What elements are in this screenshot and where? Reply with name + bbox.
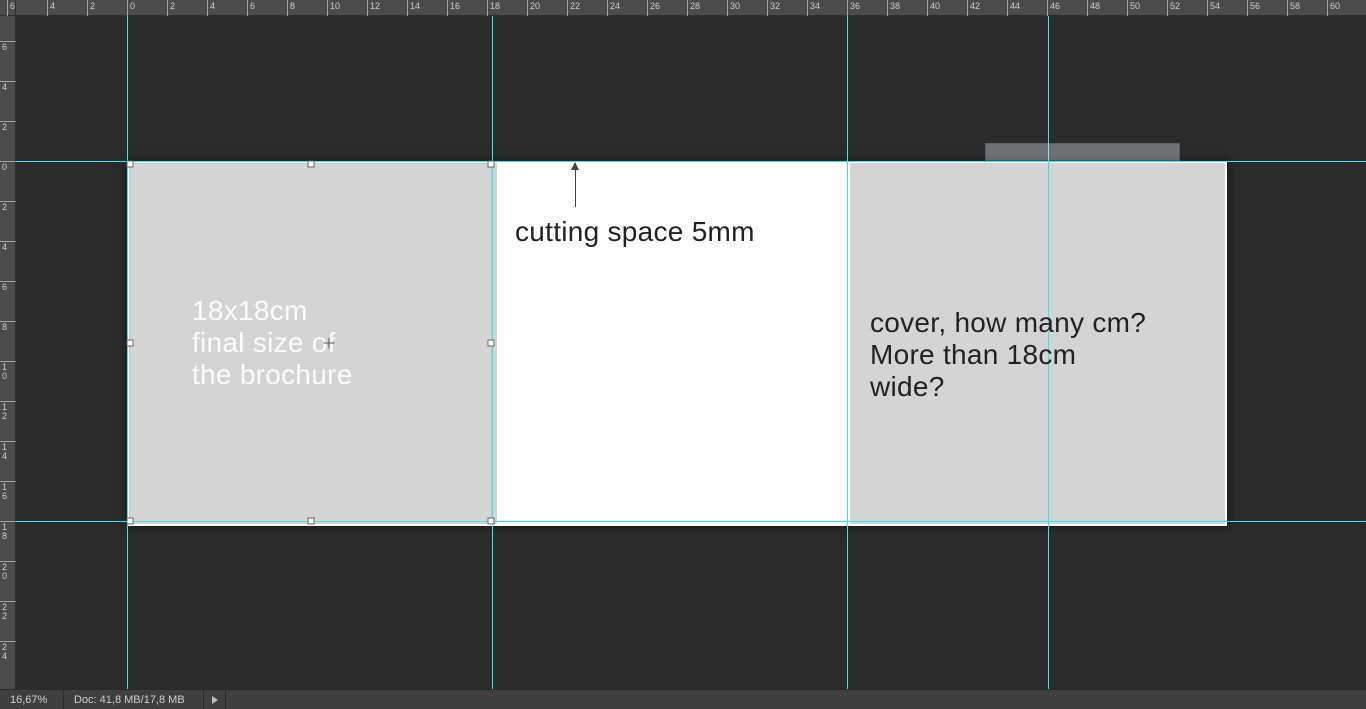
v-ruler-tick [0, 641, 16, 642]
v-ruler-tick [0, 521, 16, 522]
h-ruler-tick [407, 0, 408, 16]
vertical-guide[interactable] [847, 16, 848, 689]
v-ruler-tick [0, 41, 16, 42]
selection-handle-tl[interactable] [127, 161, 134, 168]
h-ruler-tick [127, 0, 128, 16]
h-ruler-tick [727, 0, 728, 16]
center-annotation: cutting space 5mm [515, 216, 755, 248]
v-ruler-tick [0, 481, 16, 482]
horizontal-ruler[interactable] [16, 0, 1366, 16]
selection-handle-br[interactable] [488, 518, 495, 525]
h-ruler-tick [967, 0, 968, 16]
h-ruler-tick [1247, 0, 1248, 16]
h-ruler-tick [367, 0, 368, 16]
v-ruler-tick [0, 321, 16, 322]
annotation-line: cutting space 5mm [515, 216, 755, 248]
v-ruler-tick [0, 441, 16, 442]
h-ruler-tick [87, 0, 88, 16]
h-ruler-tick [487, 0, 488, 16]
v-ruler-tick [0, 241, 16, 242]
vertical-ruler[interactable] [0, 16, 16, 689]
vertical-guide[interactable] [492, 16, 493, 689]
h-ruler-tick [767, 0, 768, 16]
v-ruler-tick [0, 201, 16, 202]
v-ruler-tick [0, 361, 16, 362]
h-ruler-tick [807, 0, 808, 16]
h-ruler-tick [1007, 0, 1008, 16]
v-ruler-tick [0, 121, 16, 122]
h-ruler-tick [167, 0, 168, 16]
v-ruler-tick [0, 161, 16, 162]
h-ruler-tick [247, 0, 248, 16]
selection-bounding-box[interactable] [129, 163, 492, 522]
h-ruler-tick [447, 0, 448, 16]
h-ruler-tick [607, 0, 608, 16]
h-ruler-tick [1327, 0, 1328, 16]
selection-center-icon[interactable] [323, 337, 334, 348]
h-ruler-tick [647, 0, 648, 16]
h-ruler-tick [1047, 0, 1048, 16]
canvas-workspace[interactable]: 18x18cm final size of the brochure cutti… [16, 16, 1366, 689]
h-ruler-tick [327, 0, 328, 16]
h-ruler-tick [1167, 0, 1168, 16]
floating-hint-overlay [985, 143, 1180, 161]
annotation-line: More than 18cm [870, 339, 1146, 371]
h-ruler-tick [287, 0, 288, 16]
h-ruler-tick [887, 0, 888, 16]
v-ruler-tick [0, 81, 16, 82]
vertical-guide[interactable] [127, 16, 128, 689]
selection-handle-ml[interactable] [127, 339, 134, 346]
annotation-line: wide? [870, 371, 1146, 403]
h-ruler-tick [567, 0, 568, 16]
h-ruler-tick [1127, 0, 1128, 16]
selection-handle-tr[interactable] [488, 161, 495, 168]
horizontal-guide[interactable] [16, 161, 1366, 162]
h-ruler-tick [847, 0, 848, 16]
h-ruler-tick [927, 0, 928, 16]
selection-handle-mr[interactable] [488, 339, 495, 346]
selection-handle-bm[interactable] [307, 518, 314, 525]
zoom-level-field[interactable]: 16,67% [0, 690, 64, 709]
h-ruler-tick [1087, 0, 1088, 16]
h-ruler-tick [1287, 0, 1288, 16]
v-ruler-tick [0, 281, 16, 282]
h-ruler-tick [47, 0, 48, 16]
v-ruler-tick [0, 601, 16, 602]
h-ruler-tick [7, 0, 8, 16]
right-panel-annotation: cover, how many cm? More than 18cm wide? [870, 307, 1146, 404]
play-triangle-icon [212, 696, 218, 704]
annotation-line: cover, how many cm? [870, 307, 1146, 339]
selection-handle-bl[interactable] [127, 518, 134, 525]
h-ruler-tick [1207, 0, 1208, 16]
doc-size-readout: Doc: 41,8 MB/17,8 MB [64, 690, 204, 709]
h-ruler-tick [687, 0, 688, 16]
status-flyout-button[interactable] [204, 690, 226, 709]
selection-handle-tm[interactable] [307, 161, 314, 168]
cutting-space-arrow-icon [575, 163, 576, 207]
status-bar: 16,67% Doc: 41,8 MB/17,8 MB [0, 689, 1366, 709]
h-ruler-tick [207, 0, 208, 16]
v-ruler-tick [0, 561, 16, 562]
v-ruler-tick [0, 401, 16, 402]
h-ruler-tick [527, 0, 528, 16]
